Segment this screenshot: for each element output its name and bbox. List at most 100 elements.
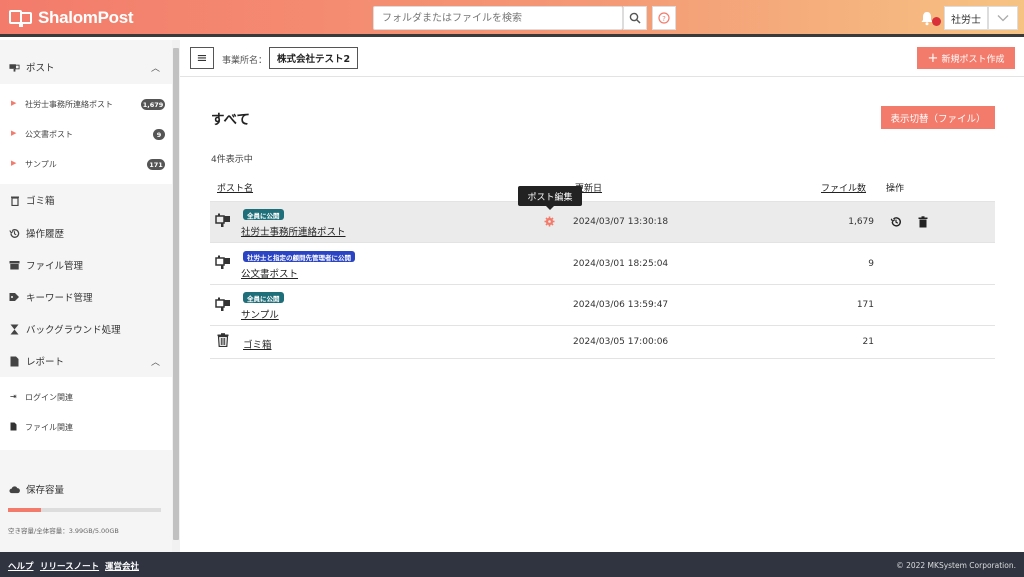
page-title: すべて [211,112,251,128]
sidebar-post-item-label: 社労士事務所連絡ポスト [25,100,113,109]
visibility-badge: 社労士と指定の顧問先管理者に公開 [243,251,355,262]
sidebar-item-trash[interactable]: ゴミ箱 [0,193,172,207]
file-count: 1,679 [848,217,874,227]
post-name-link[interactable]: ゴミ箱 [243,337,272,351]
file-count: 9 [868,259,874,269]
trash-icon [217,333,229,350]
column-actions: 操作 [886,184,905,194]
visibility-badge: 全員に公開 [243,292,284,303]
sidebar-item-label: ファイル管理 [26,261,84,272]
app-logo[interactable]: ShalomPost [8,7,134,29]
footer-link-help[interactable]: ヘルプ [8,560,34,572]
user-name: 社労士 [951,14,981,26]
archive-icon [9,260,20,271]
caret-right-icon: ▶ [11,129,17,137]
count-badge: 9 [153,129,165,140]
sidebar-scrollbar-thumb[interactable] [173,48,179,540]
gear-icon[interactable] [544,216,555,230]
sidebar-item-label: バックグラウンド処理 [26,325,121,336]
post-name-link[interactable]: サンプル [241,307,279,321]
tag-icon [9,292,20,303]
chevron-up-icon: ︿ [151,357,161,368]
sidebar-section-report-label: レポート [26,357,65,368]
history-icon [9,228,20,239]
sidebar-item-history[interactable]: 操作履歴 [0,226,172,240]
footer [0,552,1024,577]
svg-text:?: ? [662,15,666,23]
view-switch-label: 表示切替（ファイル） [890,113,986,125]
sidebar-item-background[interactable]: バックグラウンド処理 [0,322,172,336]
row-divider [210,358,995,359]
column-files[interactable]: ファイル数 [821,181,866,194]
trash-icon [9,195,20,206]
office-selector[interactable]: 株式会社テスト2 [269,47,358,69]
sidebar-post-item[interactable]: ▶ 社労士事務所連絡ポスト 1,679 [0,99,172,111]
copyright: © 2022 MKSystem Corporation. [896,561,1016,570]
storage-bar-fill [8,508,41,512]
document-icon [9,356,20,367]
sidebar-item-file-management[interactable]: ファイル管理 [0,258,172,272]
caret-right-icon: ▶ [11,99,17,107]
sidebar-report-item-label: ファイル関連 [25,423,73,432]
file-icon [10,422,17,433]
post-icon [215,297,231,314]
updated-date: 2024/03/07 13:30:18 [573,217,669,227]
sidebar-item-label: キーワード管理 [26,293,93,304]
file-count: 21 [862,337,874,347]
login-icon: ⇥ [10,392,17,401]
post-icon [215,213,231,230]
search-button[interactable] [623,6,647,30]
report-submenu [0,377,172,450]
post-icon [215,255,231,272]
file-count: 171 [856,300,874,310]
chevron-up-icon: ︿ [151,63,161,74]
plus-icon: + [927,50,939,66]
user-menu[interactable]: 社労士 [944,6,988,30]
sidebar-item-label: 操作履歴 [26,229,65,240]
help-button[interactable]: ? [652,6,676,30]
row-divider [210,325,995,326]
help-icon: ? [658,12,670,24]
sidebar-item-keyword-management[interactable]: キーワード管理 [0,290,172,304]
row-divider [210,242,995,243]
menu-toggle-button[interactable]: ≡ [190,47,214,69]
logo-text: ShalomPost [38,8,134,27]
sidebar-report-item[interactable]: ⇥ ログイン関連 [0,392,172,404]
cloud-icon [9,484,20,495]
caret-right-icon: ▶ [11,159,17,167]
storage-section: 保存容量 [0,482,172,496]
notification-dot [932,17,941,26]
footer-link-company[interactable]: 運営会社 [105,560,139,572]
search-input[interactable] [373,6,623,30]
search-icon [629,12,641,24]
sidebar-post-item[interactable]: ▶ サンプル 171 [0,159,172,171]
storage-text: 空き容量/全体容量：3.99GB/5.00GB [8,527,119,535]
office-label: 事業所名： [222,56,268,66]
column-post-name[interactable]: ポスト名 [217,181,253,194]
new-post-label: 新規ポスト作成 [941,54,1005,65]
post-icon [9,62,20,73]
storage-label: 保存容量 [26,485,65,496]
updated-date: 2024/03/05 17:00:06 [573,337,669,347]
hamburger-icon: ≡ [196,50,208,66]
row-divider [210,284,995,285]
sidebar-section-post[interactable]: ポスト ︿ [0,60,172,74]
sidebar-section-report[interactable]: レポート ︿ [0,354,172,368]
updated-date: 2024/03/01 18:25:04 [573,259,669,269]
post-name-link[interactable]: 社労士事務所連絡ポスト [241,224,346,238]
updated-date: 2024/03/06 13:59:47 [573,300,669,310]
view-switch-button[interactable]: 表示切替（ファイル） [881,106,995,129]
delete-icon[interactable] [918,216,928,231]
chevron-down-icon [997,15,1009,22]
sidebar-post-item-label: 公文書ポスト [25,130,73,139]
user-dropdown-button[interactable] [988,6,1018,30]
logo-icon [9,10,32,27]
result-count: 4件表示中 [211,155,253,165]
footer-link-release-notes[interactable]: リリースノート [40,560,99,572]
sidebar-post-item[interactable]: ▶ 公文書ポスト 9 [0,129,172,141]
new-post-button[interactable]: + 新規ポスト作成 [917,47,1015,69]
sidebar-report-item[interactable]: ファイル関連 [0,422,172,434]
edit-post-tooltip: ポスト編集 [518,186,582,210]
restore-icon[interactable] [890,216,902,231]
post-name-link[interactable]: 公文書ポスト [241,266,298,280]
